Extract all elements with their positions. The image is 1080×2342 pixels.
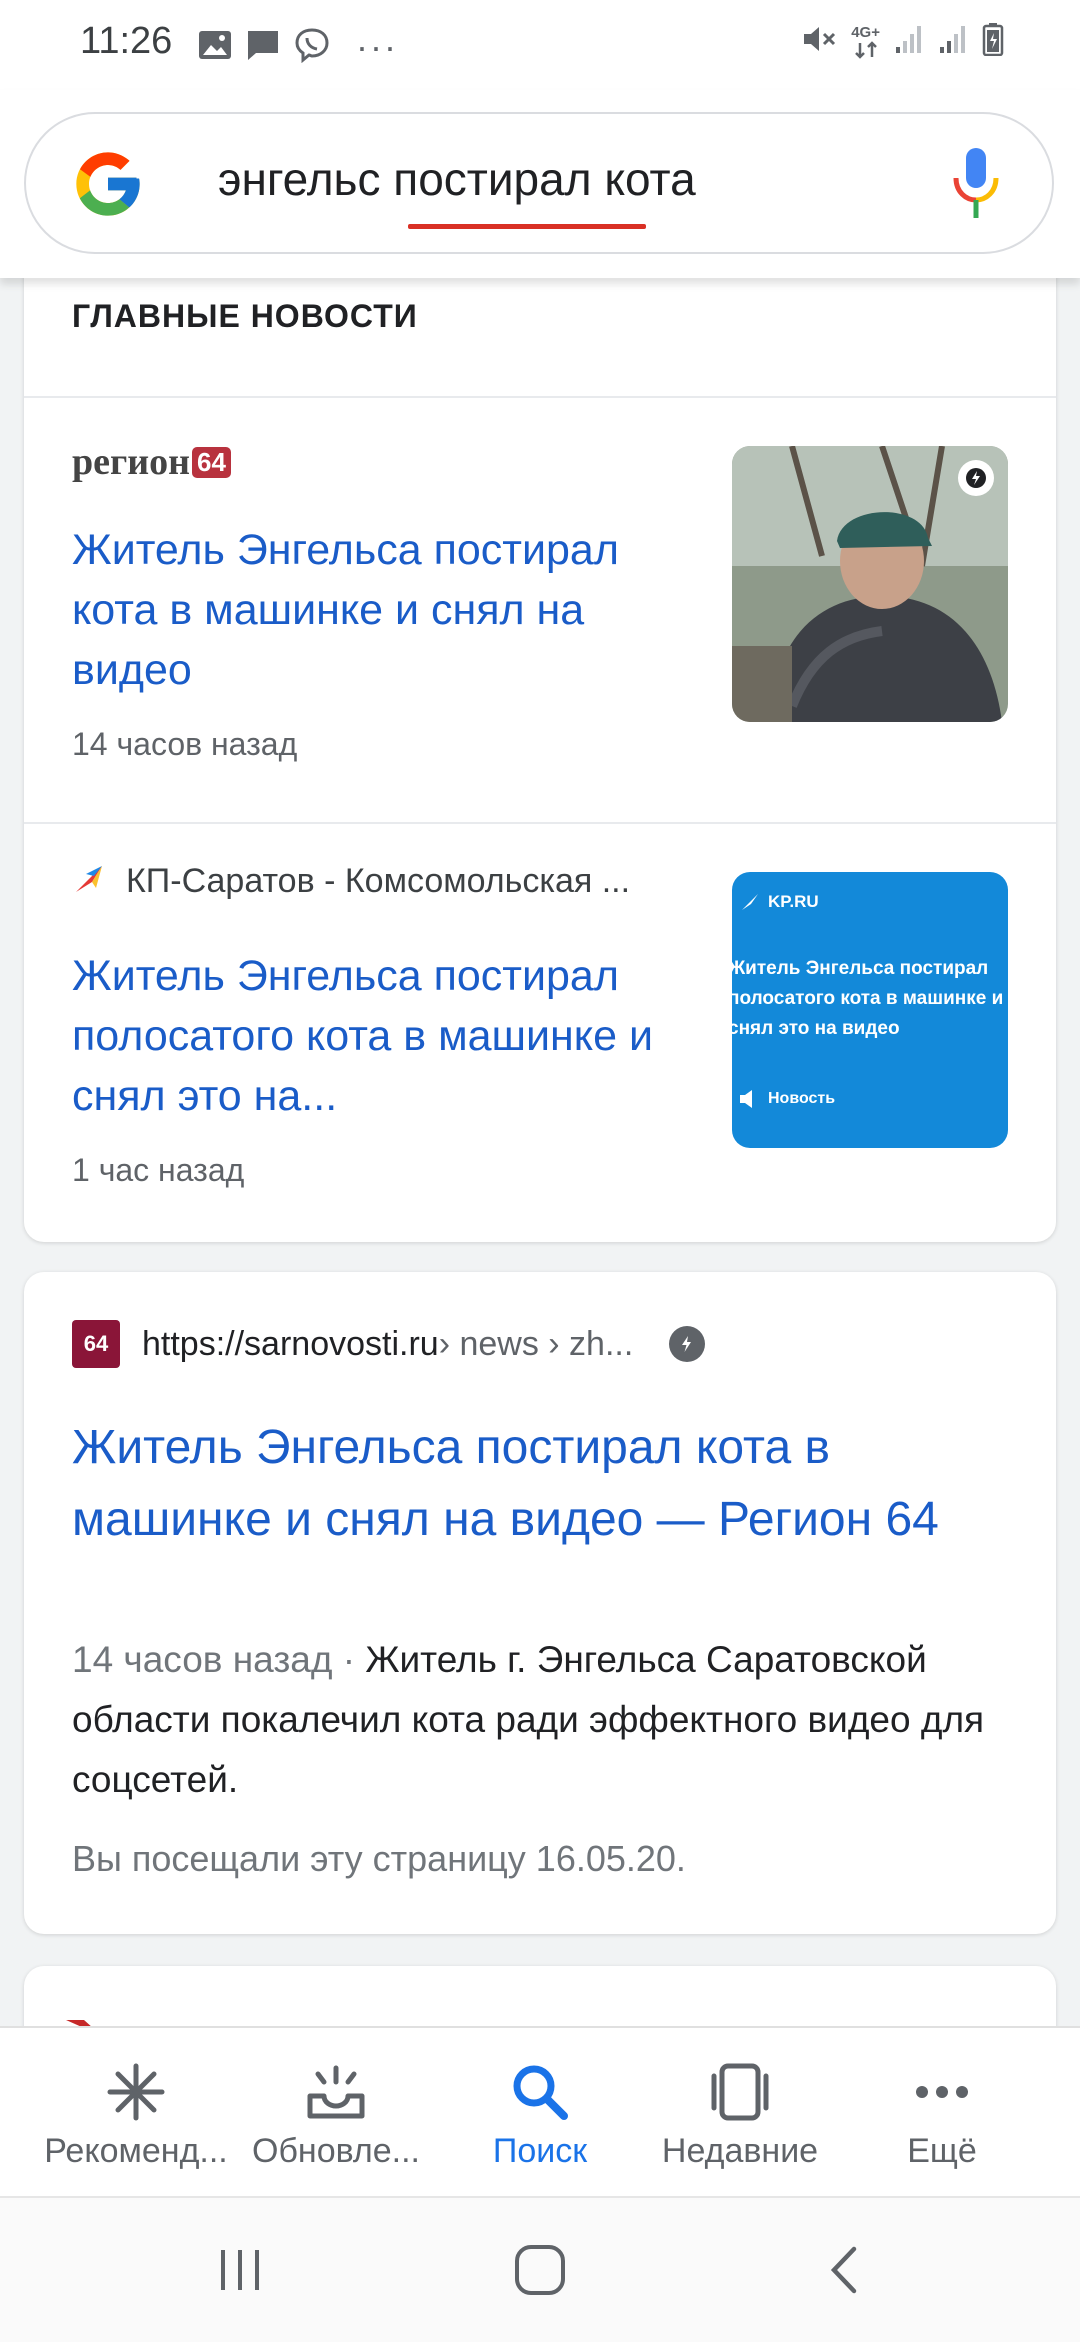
kp-thumb-tag-text: Новость — [768, 1090, 836, 1107]
recent-apps-button[interactable] — [200, 2238, 280, 2302]
recent-tabs-icon — [708, 2060, 772, 2124]
nav-item-updates[interactable]: Обновле... — [228, 2028, 444, 2198]
site-favicon: 64 — [72, 1320, 120, 1368]
top-news-header: ГЛАВНЫЕ НОВОСТИ — [72, 298, 418, 334]
kp-thumb-brand: KP.RU — [740, 892, 819, 912]
news-title[interactable]: Житель Энгельса постирал кота в машинке … — [72, 520, 692, 700]
status-bar: 11:26 ··· 4G+ — [0, 0, 1080, 90]
nav-label: Поиск — [492, 2132, 588, 2170]
more-icon — [910, 2060, 974, 2124]
region64-logo-text: регион — [72, 441, 191, 483]
result-breadcrumb: › news › zh... — [438, 1324, 634, 1363]
news-source: регион 64 — [72, 440, 231, 484]
top-news-card: ГЛАВНЫЕ НОВОСТИ регион 64 Житель Энгельс… — [24, 240, 1056, 1242]
kp-thumb-brand-text: KP.RU — [768, 892, 819, 911]
nav-label: Недавние — [661, 2132, 819, 2170]
nav-label: Рекоменд... — [44, 2132, 228, 2170]
news-time: 1 час назад — [72, 1152, 245, 1188]
nav-item-recommendations[interactable]: Рекоменд... — [28, 2028, 244, 2198]
search-icon — [508, 2060, 572, 2124]
battery-icon — [982, 22, 1004, 61]
news-item[interactable]: регион 64 Житель Энгельса постирал кота … — [24, 398, 1056, 822]
back-button[interactable] — [804, 2238, 884, 2302]
network-label: 4G+ — [851, 23, 880, 41]
signal-icon — [894, 23, 924, 60]
status-left-icons: ··· — [198, 26, 398, 68]
bottom-navigation: Рекоменд... Обновле... Поиск Недавние Ещ… — [0, 2026, 1080, 2198]
nav-item-search[interactable]: Поиск — [432, 2028, 648, 2198]
search-box[interactable] — [24, 112, 1054, 254]
asterisk-icon — [104, 2060, 168, 2124]
result-url: https://sarnovosti.ru — [142, 1324, 439, 1363]
news-thumbnail[interactable]: KP.RU Житель Энгельса постирал полосатог… — [732, 872, 1008, 1148]
result-url-line: https://sarnovosti.ru › news › zh... — [142, 1325, 633, 1364]
news-time: 14 часов назад — [72, 726, 298, 762]
signal-icon — [938, 23, 968, 60]
kp-thumb-logo-icon — [742, 894, 758, 910]
news-source-name: КП-Саратов - Комсомольская ... — [126, 862, 631, 900]
mic-icon[interactable] — [946, 144, 1006, 224]
home-icon — [515, 2245, 565, 2295]
snippet-date: 14 часов назад · — [72, 1639, 366, 1680]
nav-item-recent[interactable]: Недавние — [632, 2028, 848, 2198]
network-4g-icon: 4G+ — [851, 23, 880, 59]
search-input[interactable] — [218, 152, 938, 206]
search-header — [0, 90, 1080, 278]
updates-icon — [304, 2060, 368, 2124]
system-navigation-bar — [0, 2196, 1080, 2342]
news-thumbnail[interactable] — [732, 446, 1008, 722]
news-source: КП-Саратов - Комсомольская ... — [72, 862, 630, 901]
amp-icon — [669, 1326, 706, 1362]
message-icon — [246, 29, 280, 66]
recent-apps-icon — [221, 2250, 259, 2290]
google-logo-icon[interactable] — [70, 146, 146, 222]
home-button[interactable] — [500, 2238, 580, 2302]
kp-logo-icon — [72, 862, 106, 901]
news-item[interactable]: КП-Саратов - Комсомольская ... Житель Эн… — [24, 824, 1056, 1248]
speaker-icon — [740, 1090, 752, 1108]
viber-icon — [294, 27, 330, 68]
status-overflow-dots: ··· — [356, 26, 398, 67]
kp-thumb-text: Житель Энгельса постирал полосатого кота… — [732, 958, 1004, 1039]
back-icon — [830, 2246, 857, 2294]
visited-note: Вы посещали эту страницу 16.05.20. — [72, 1838, 686, 1879]
mute-icon — [801, 22, 837, 61]
result-snippet: 14 часов назад · Житель г. Энгельса Сара… — [72, 1630, 1012, 1810]
status-time: 11:26 — [80, 20, 173, 62]
image-icon — [198, 30, 232, 65]
nav-item-more[interactable]: Ещё — [834, 2028, 1050, 2198]
result-title[interactable]: Житель Энгельса постирал кота в машинке … — [72, 1412, 1012, 1556]
nav-label: Ещё — [907, 2132, 977, 2170]
status-right-icons: 4G+ — [801, 22, 1004, 61]
kp-thumb-tag: Новость — [738, 1088, 835, 1110]
spellcheck-underline — [408, 224, 646, 229]
region64-logo-badge: 64 — [192, 446, 231, 478]
region64-logo: регион 64 — [72, 440, 231, 484]
amp-icon — [958, 460, 994, 496]
result-source[interactable]: 64 https://sarnovosti.ru › news › zh... — [72, 1320, 706, 1368]
news-title[interactable]: Житель Энгельса постирал полосатого кота… — [72, 946, 692, 1126]
search-result-card: 64 https://sarnovosti.ru › news › zh... … — [24, 1272, 1056, 1934]
nav-label: Обновле... — [252, 2132, 420, 2170]
